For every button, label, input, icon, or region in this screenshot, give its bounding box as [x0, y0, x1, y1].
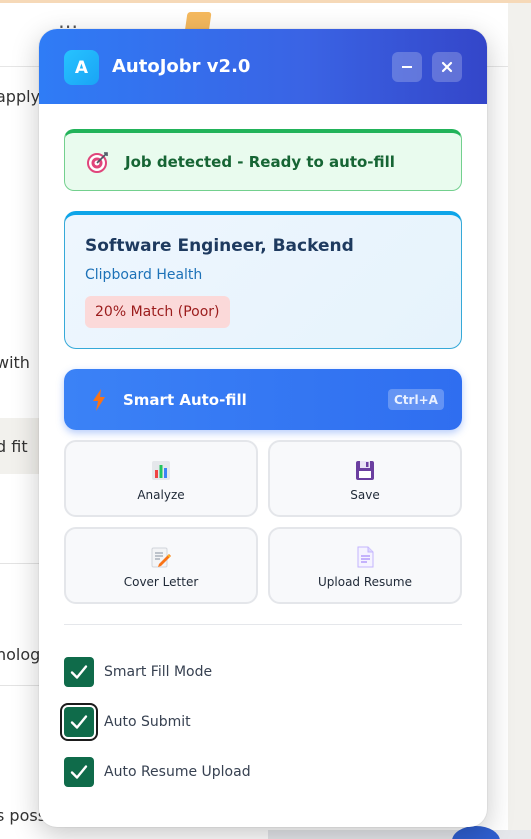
auto-resume-upload-label: Auto Resume Upload	[104, 764, 251, 780]
app-logo: A	[64, 50, 99, 85]
analyze-button[interactable]: Analyze	[64, 440, 258, 517]
background-text: apply	[0, 87, 41, 106]
close-button[interactable]	[432, 52, 462, 82]
auto-resume-upload-checkbox[interactable]	[64, 757, 94, 787]
background-text: with	[0, 353, 30, 372]
save-label: Save	[350, 488, 380, 502]
job-detected-status: Job detected - Ready to auto-fill	[64, 129, 462, 191]
background-floating-button[interactable]	[452, 826, 500, 839]
match-score-badge: 20% Match (Poor)	[85, 296, 230, 328]
auto-submit-checkbox[interactable]	[64, 707, 94, 737]
job-company: Clipboard Health	[85, 267, 203, 283]
checkmark-icon	[70, 765, 88, 779]
status-text: Job detected - Ready to auto-fill	[125, 153, 395, 171]
smart-fill-checkbox[interactable]	[64, 657, 94, 687]
save-button[interactable]: Save	[268, 440, 462, 517]
job-title: Software Engineer, Backend	[85, 236, 354, 256]
section-divider	[64, 624, 462, 625]
cover-letter-label: Cover Letter	[123, 575, 199, 589]
option-smart-fill-mode: Smart Fill Mode	[64, 657, 364, 687]
target-icon	[87, 152, 108, 173]
upload-resume-button[interactable]: Upload Resume	[268, 527, 462, 604]
option-auto-submit: Auto Submit	[64, 707, 364, 737]
checkmark-icon	[70, 715, 88, 729]
autofill-label: Smart Auto-fill	[123, 391, 247, 409]
background-top-accent	[0, 0, 531, 3]
smart-autofill-button[interactable]: Smart Auto-fill Ctrl+A	[64, 369, 462, 430]
background-text: d fit	[0, 437, 28, 456]
upload-resume-label: Upload Resume	[318, 575, 412, 589]
lightning-icon	[93, 389, 105, 411]
auto-submit-label: Auto Submit	[104, 714, 191, 730]
bar-chart-icon	[152, 461, 170, 480]
minimize-icon	[402, 66, 412, 68]
minimize-button[interactable]	[392, 52, 422, 82]
background-text: nolog	[0, 645, 41, 664]
smart-fill-label: Smart Fill Mode	[104, 664, 213, 680]
background-separator	[0, 563, 40, 564]
floppy-disk-icon	[356, 461, 374, 480]
memo-pencil-icon	[151, 547, 171, 568]
keyboard-shortcut-badge: Ctrl+A	[388, 389, 444, 410]
analyze-label: Analyze	[137, 488, 185, 502]
job-info-card: Software Engineer, Backend Clipboard Hea…	[64, 211, 462, 349]
popup-header: A AutoJobr v2.0	[39, 29, 487, 104]
close-icon	[441, 61, 453, 73]
cover-letter-button[interactable]: Cover Letter	[64, 527, 258, 604]
background-scroll-area	[508, 3, 531, 839]
checkmark-icon	[70, 665, 88, 679]
option-auto-resume-upload: Auto Resume Upload	[64, 757, 364, 787]
autojobr-popup: A AutoJobr v2.0 Job detected - Ready to …	[39, 29, 487, 827]
background-separator	[0, 685, 40, 686]
document-icon	[357, 546, 374, 568]
app-title: AutoJobr v2.0	[112, 56, 251, 77]
